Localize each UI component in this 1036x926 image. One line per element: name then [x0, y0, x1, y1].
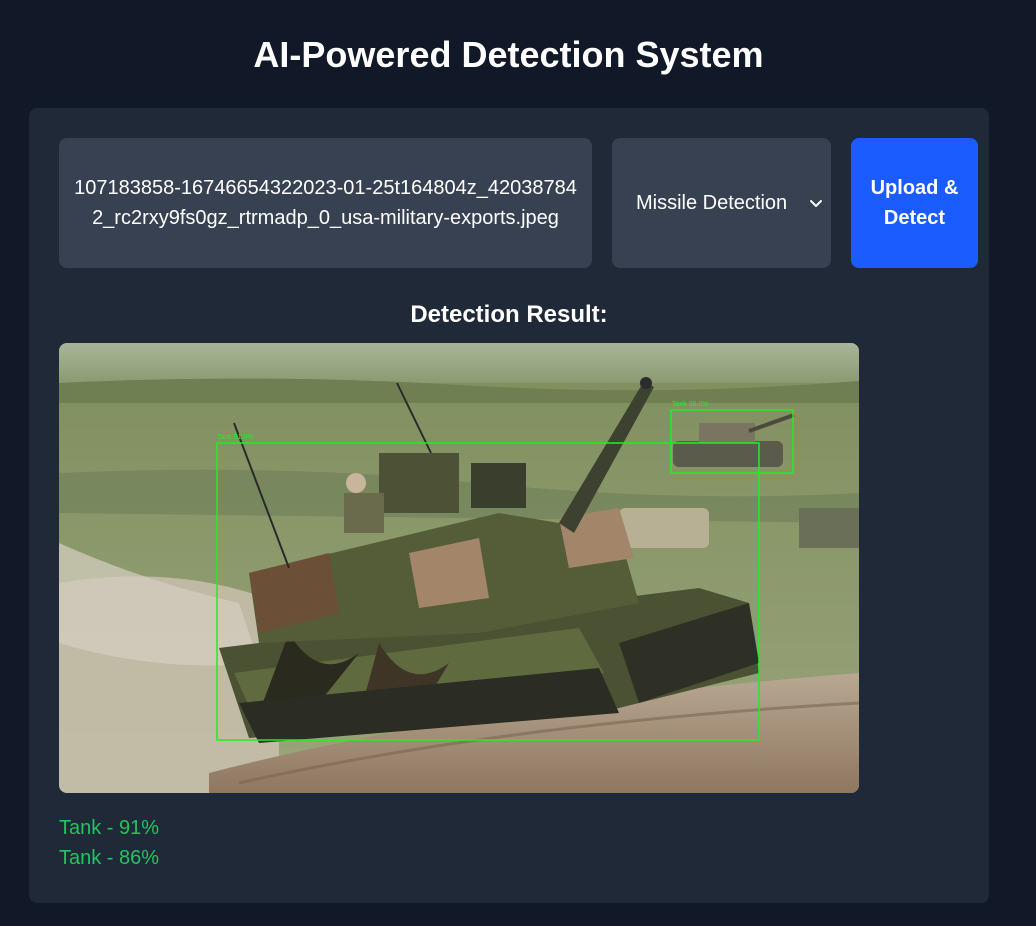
upload-detect-button[interactable]: Upload & Detect — [851, 138, 978, 268]
result-heading: Detection Result: — [410, 301, 608, 328]
detection-result-image: Tank 91.0% Tank 86.0% — [59, 343, 859, 793]
tank-photo: Tank 91.0% Tank 86.0% — [59, 343, 859, 793]
box-label: Tank 86.0% — [672, 401, 709, 408]
file-input[interactable]: 107183858-16746654322023-01-25t164804z_4… — [59, 138, 592, 268]
detection-list: Tank - 91% Tank - 86% — [59, 813, 159, 873]
detection-panel: 107183858-16746654322023-01-25t164804z_4… — [29, 108, 989, 903]
model-select[interactable]: Missile Detection — [612, 138, 831, 268]
model-select-value: Missile Detection — [636, 191, 788, 214]
file-name-label: 107183858-16746654322023-01-25t164804z_4… — [74, 177, 577, 229]
box-label: Tank 91.0% — [217, 434, 254, 441]
page-title: AI-Powered Detection System — [253, 34, 764, 75]
list-item: Tank - 91% — [59, 817, 160, 839]
list-item: Tank - 86% — [59, 847, 160, 869]
chevron-down-icon — [810, 200, 822, 207]
